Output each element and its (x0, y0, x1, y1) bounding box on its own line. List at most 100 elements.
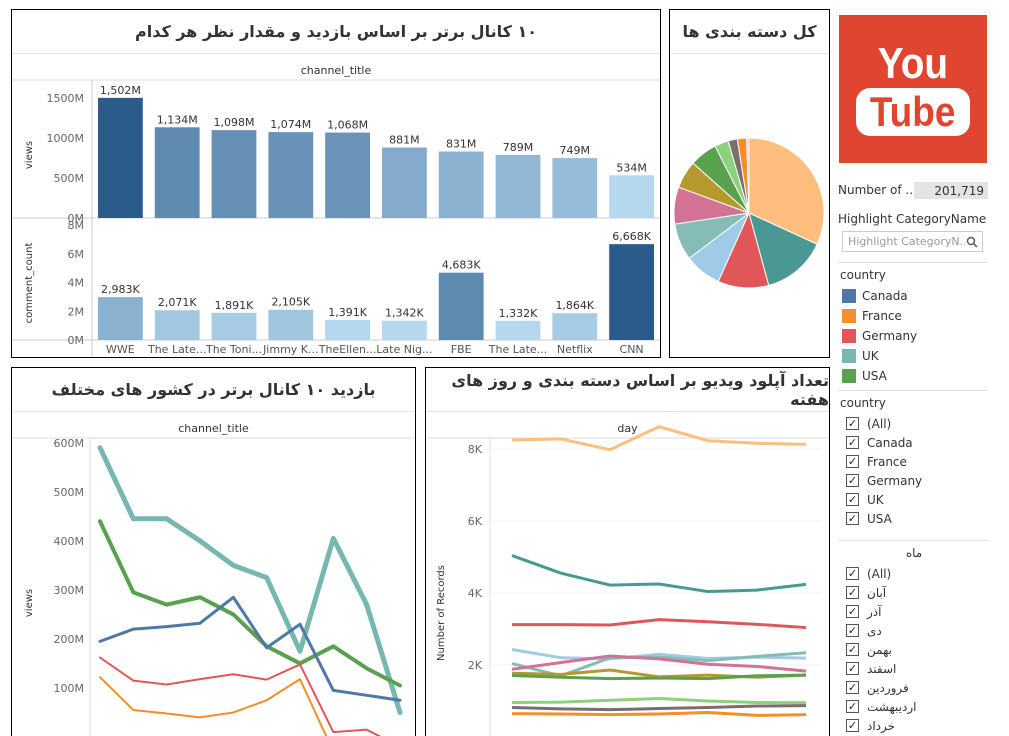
series-line (98, 519, 402, 688)
filter-option[interactable]: ✓ (All) (838, 564, 988, 583)
data-label: 749M (560, 144, 591, 157)
axis-tick-label: 400M (54, 535, 85, 548)
checkbox-checked-icon[interactable]: ✓ (846, 700, 859, 713)
country-filter-title: country (840, 396, 886, 410)
series-line (511, 554, 807, 594)
checkbox-checked-icon[interactable]: ✓ (846, 586, 859, 599)
checkbox-checked-icon[interactable]: ✓ (846, 624, 859, 637)
axis-tick-label: 8K (468, 443, 483, 456)
filter-option-label: USA (867, 511, 892, 526)
category-label: The Toni... (205, 343, 262, 356)
data-label: 1,502M (100, 84, 141, 97)
filter-option[interactable]: ✓ دی (838, 621, 988, 640)
checkbox-checked-icon[interactable]: ✓ (846, 417, 859, 430)
filter-option[interactable]: ✓ خرداد (838, 716, 988, 735)
categories-title: کل دسته بندی ها (670, 10, 829, 54)
category-label: The Late... (488, 343, 547, 356)
legend-label: Germany (862, 329, 918, 343)
axis-tick-label: 500M (54, 172, 85, 185)
bar (495, 154, 541, 218)
axis-tick-label: 1500M (47, 92, 85, 105)
categories-panel: کل دسته بندی ها (669, 9, 830, 358)
top-channels-title: ۱۰ کانال برتر بر اساس بازدید و مقدار نظر… (12, 10, 660, 54)
filter-option-label: آبان (867, 585, 887, 600)
legend-item[interactable]: Germany (838, 326, 988, 346)
filter-option[interactable]: ✓ فروردین (838, 678, 988, 697)
country-views-line-chart[interactable]: 100M 200M 300M 400M 500M 600M views (12, 413, 415, 736)
country-filter: country ✓ (All) ✓ Canada ✓ France ✓ Germany ✓ UK ✓… (838, 390, 988, 534)
legend-label: USA (862, 369, 887, 383)
data-label: 534M (616, 161, 647, 174)
data-label: 1,891K (215, 299, 254, 312)
legend-swatch (842, 369, 856, 383)
legend-item[interactable]: France (838, 306, 988, 326)
axis-tick-label: 0M (68, 334, 85, 347)
filter-option-label: خرداد (867, 718, 896, 733)
country-legend-title: country (840, 268, 886, 282)
bar (609, 175, 654, 218)
bar (552, 313, 598, 340)
filter-option[interactable]: ✓ (All) (838, 414, 988, 433)
axis-title: views (24, 589, 35, 617)
top-channels-bar-chart[interactable]: 0M 500M 1000M 1500M views 1,502M 1,134M 1,098M 1… (12, 55, 660, 358)
bar (438, 151, 484, 218)
uploads-title: تعداد آپلود ویدیو بر اساس دسته بندی و رو… (426, 368, 829, 412)
legend-label: UK (862, 349, 879, 363)
filter-option[interactable]: ✓ Germany (838, 471, 988, 490)
data-label: 1,342K (385, 307, 424, 320)
legend-label: Canada (862, 289, 908, 303)
series-line (99, 676, 328, 736)
highlight-search-box[interactable]: Highlight CategoryN... (842, 231, 983, 252)
category-label: FBE (451, 343, 472, 356)
checkbox-checked-icon[interactable]: ✓ (846, 719, 859, 732)
axis-tick-label: 600M (54, 437, 85, 450)
checkbox-checked-icon[interactable]: ✓ (846, 567, 859, 580)
checkbox-checked-icon[interactable]: ✓ (846, 605, 859, 618)
data-label: 6,668K (612, 230, 651, 243)
checkbox-checked-icon[interactable]: ✓ (846, 643, 859, 656)
youtube-logo: You Tube (839, 15, 987, 163)
category-label: TheEllen... (318, 343, 377, 356)
series-line (511, 711, 807, 717)
checkbox-checked-icon[interactable]: ✓ (846, 512, 859, 525)
bar (495, 320, 541, 340)
data-label: 1,332K (499, 307, 538, 320)
checkbox-checked-icon[interactable]: ✓ (846, 681, 859, 694)
axis-tick-label: 300M (54, 584, 85, 597)
filter-option[interactable]: ✓ USA (838, 509, 988, 528)
uploads-panel: تعداد آپلود ویدیو بر اساس دسته بندی و رو… (425, 367, 830, 736)
checkbox-checked-icon[interactable]: ✓ (846, 436, 859, 449)
checkbox-checked-icon[interactable]: ✓ (846, 493, 859, 506)
filter-option[interactable]: ✓ اسفند (838, 659, 988, 678)
filter-option[interactable]: ✓ France (838, 452, 988, 471)
axis-tick-label: 100M (54, 682, 85, 695)
filter-option-label: France (867, 454, 907, 469)
records-value: 201,719 (914, 181, 988, 199)
filter-option[interactable]: ✓ Canada (838, 433, 988, 452)
category-label: CNN (620, 343, 644, 356)
filter-option-label: Germany (867, 473, 923, 488)
filter-option[interactable]: ✓ اردیبهشت (838, 697, 988, 716)
categories-pie-chart[interactable] (670, 55, 829, 358)
checkbox-checked-icon[interactable]: ✓ (846, 662, 859, 675)
bar (211, 130, 257, 218)
filter-option[interactable]: ✓ آبان (838, 583, 988, 602)
bar (325, 132, 370, 218)
category-label: Late Nig... (376, 343, 432, 356)
filter-option-label: فروردین (867, 680, 909, 695)
filter-option[interactable]: ✓ UK (838, 490, 988, 509)
filter-option[interactable]: ✓ بهمن (838, 640, 988, 659)
data-label: 1,864K (555, 299, 594, 312)
records-label: Number of .. (838, 183, 914, 197)
data-label: 2,071K (158, 296, 197, 309)
axis-title: views (24, 141, 35, 169)
checkbox-checked-icon[interactable]: ✓ (846, 474, 859, 487)
legend-item[interactable]: UK (838, 346, 988, 366)
legend-item[interactable]: USA (838, 366, 988, 386)
checkbox-checked-icon[interactable]: ✓ (846, 455, 859, 468)
bar (438, 272, 484, 340)
legend-item[interactable]: Canada (838, 286, 988, 306)
filter-option[interactable]: ✓ آذر (838, 602, 988, 621)
uploads-line-chart[interactable]: 2K 4K 6K 8K Number of Records (426, 413, 829, 736)
filter-option-label: دی (867, 623, 882, 638)
